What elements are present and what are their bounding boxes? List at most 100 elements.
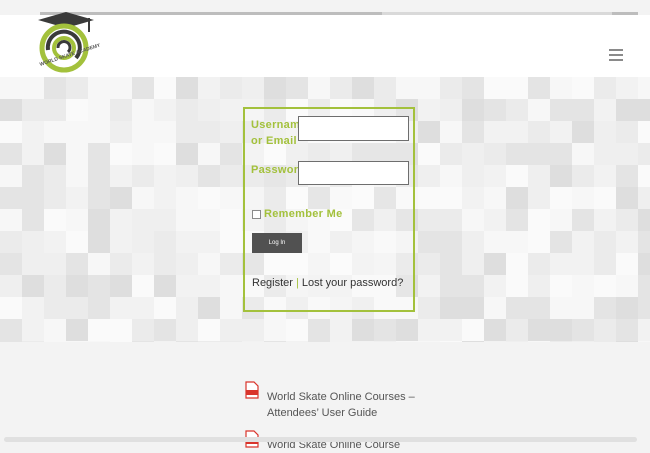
mosaic-tile <box>22 121 44 143</box>
mosaic-tile <box>550 275 572 297</box>
mosaic-tile <box>594 209 616 231</box>
mosaic-tile <box>110 99 132 121</box>
mosaic-tile <box>440 275 462 297</box>
mosaic-tile <box>110 143 132 165</box>
mosaic-tile <box>198 99 220 121</box>
mosaic-tile <box>418 209 440 231</box>
mosaic-tile <box>462 165 484 187</box>
mosaic-tile <box>396 77 418 99</box>
mosaic-tile <box>572 143 594 165</box>
site-logo[interactable]: WORLD SKATE ACADEMY <box>30 10 101 78</box>
mosaic-tile <box>22 297 44 319</box>
username-label: Username or Email <box>251 119 307 147</box>
mosaic-tile <box>44 275 66 297</box>
mosaic-tile <box>88 209 110 231</box>
mosaic-tile <box>88 77 110 99</box>
mosaic-tile <box>176 77 198 99</box>
mosaic-tile <box>44 165 66 187</box>
mosaic-tile <box>484 319 506 341</box>
document-item[interactable]: World Skate Online Courses – Attendees’ … <box>245 381 432 421</box>
mosaic-tile <box>484 341 506 342</box>
pdf-icon <box>245 381 259 399</box>
password-input[interactable] <box>298 161 409 185</box>
mosaic-tile <box>110 253 132 275</box>
hamburger-menu-icon[interactable] <box>609 49 623 61</box>
mosaic-tile <box>22 341 44 342</box>
mosaic-tile <box>66 341 88 342</box>
mosaic-tile <box>242 319 264 341</box>
mosaic-tile <box>66 209 88 231</box>
mosaic-tile <box>506 99 528 121</box>
mosaic-tile <box>550 297 572 319</box>
mosaic-tile <box>220 99 242 121</box>
mosaic-tile <box>528 297 550 319</box>
mosaic-tile <box>88 319 110 341</box>
mosaic-tile <box>220 319 242 341</box>
mosaic-tile <box>440 297 462 319</box>
remember-me-checkbox[interactable] <box>252 209 261 219</box>
mosaic-tile <box>198 253 220 275</box>
mosaic-tile <box>550 319 572 341</box>
account-links: Register | Lost your password? <box>252 277 403 289</box>
mosaic-tile <box>220 275 242 297</box>
mosaic-tile <box>572 77 594 99</box>
mosaic-tile <box>286 77 308 99</box>
mosaic-tile <box>88 253 110 275</box>
mosaic-tile <box>550 231 572 253</box>
mosaic-tile <box>44 121 66 143</box>
mosaic-tile <box>484 275 506 297</box>
mosaic-tile <box>0 187 22 209</box>
mosaic-tile <box>352 77 374 99</box>
mosaic-tile <box>110 187 132 209</box>
mosaic-tile <box>198 209 220 231</box>
mosaic-tile <box>88 165 110 187</box>
mosaic-tile <box>550 165 572 187</box>
mosaic-tile <box>638 165 650 187</box>
remember-me-row[interactable]: Remember Me <box>252 208 343 220</box>
register-link[interactable]: Register <box>252 277 293 289</box>
mosaic-tile <box>44 297 66 319</box>
mosaic-tile <box>550 187 572 209</box>
mosaic-tile <box>242 77 264 99</box>
mosaic-tile <box>462 341 484 342</box>
mosaic-tile <box>484 143 506 165</box>
mosaic-tile <box>418 297 440 319</box>
mosaic-tile <box>594 297 616 319</box>
mosaic-tile <box>440 253 462 275</box>
mosaic-tile <box>220 165 242 187</box>
username-input[interactable] <box>298 116 409 141</box>
mosaic-tile <box>528 121 550 143</box>
mosaic-tile <box>374 319 396 341</box>
mosaic-tile <box>88 231 110 253</box>
mosaic-tile <box>0 231 22 253</box>
mosaic-tile <box>638 319 650 341</box>
mosaic-tile <box>0 297 22 319</box>
mosaic-tile <box>418 319 440 341</box>
mosaic-tile <box>594 275 616 297</box>
mosaic-tile <box>572 121 594 143</box>
mosaic-tile <box>264 341 286 342</box>
document-link[interactable]: World Skate Online Courses – Attendees’ … <box>267 391 415 419</box>
mosaic-tile <box>374 341 396 342</box>
mosaic-tile <box>440 231 462 253</box>
mosaic-tile <box>22 143 44 165</box>
mosaic-tile <box>550 143 572 165</box>
mosaic-tile <box>616 341 638 342</box>
login-button[interactable]: Log In <box>252 233 302 253</box>
mosaic-tile <box>154 319 176 341</box>
mosaic-tile <box>88 187 110 209</box>
lost-password-link[interactable]: Lost your password? <box>302 277 404 289</box>
mosaic-tile <box>462 143 484 165</box>
mosaic-tile <box>462 319 484 341</box>
mosaic-tile <box>220 121 242 143</box>
mosaic-tile <box>462 99 484 121</box>
mosaic-tile <box>572 319 594 341</box>
mosaic-tile <box>132 275 154 297</box>
mosaic-tile <box>418 143 440 165</box>
mosaic-tile <box>220 143 242 165</box>
link-separator: | <box>295 277 299 289</box>
mosaic-tile <box>154 187 176 209</box>
mosaic-tile <box>198 319 220 341</box>
mosaic-tile <box>616 187 638 209</box>
mosaic-tile <box>418 253 440 275</box>
